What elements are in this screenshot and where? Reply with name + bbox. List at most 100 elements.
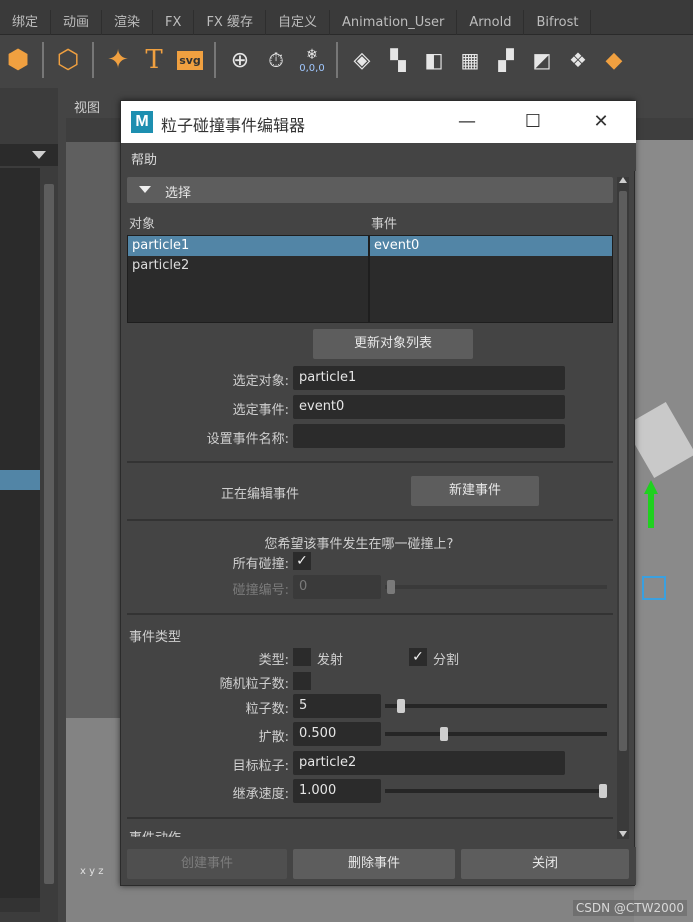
snowflake-icon: ❄: [306, 46, 318, 63]
spread-slider[interactable]: [385, 732, 607, 736]
collision-number-slider[interactable]: [385, 585, 607, 589]
shelf-tab-custom[interactable]: 自定义: [266, 10, 330, 35]
list-item-event[interactable]: event0: [370, 236, 612, 256]
snowflake-coord-icon[interactable]: ❄ 0,0,0: [294, 40, 330, 80]
maya-app-icon: M: [131, 111, 153, 133]
spread-label: 扩散:: [258, 730, 289, 745]
events-list[interactable]: event0: [369, 235, 613, 323]
shelf-tab-rigging[interactable]: 绑定: [0, 10, 52, 35]
outliner-hscrollbar[interactable]: [0, 898, 40, 912]
axis-indicator: x y z: [80, 866, 104, 877]
grid-blocks-icon[interactable]: ▚: [380, 40, 416, 80]
dialog-scroll-thumb[interactable]: [619, 191, 627, 751]
outliner-panel: [0, 88, 58, 922]
list-item-object[interactable]: particle1: [128, 236, 368, 256]
dialog-scrollbar[interactable]: [617, 177, 629, 839]
stack-icon[interactable]: ❖: [560, 40, 596, 80]
selected-object-label: 选定对象:: [232, 374, 289, 389]
tiles-icon[interactable]: ▦: [452, 40, 488, 80]
selected-event-field[interactable]: event0: [293, 395, 565, 419]
inherit-velocity-slider-thumb[interactable]: [599, 784, 607, 798]
text-icon[interactable]: T: [136, 40, 172, 80]
particle-count-field[interactable]: 5: [293, 694, 381, 718]
collision-number-field[interactable]: 0: [293, 575, 381, 599]
create-event-button[interactable]: 创建事件: [127, 849, 287, 879]
outliner-selected-row[interactable]: [0, 470, 40, 490]
dialog-content: 选择 对象 事件 particle1 particle2 event0 更新对象…: [127, 177, 615, 837]
scroll-up-icon[interactable]: [619, 177, 627, 183]
mosaic-icon[interactable]: ▞: [488, 40, 524, 80]
update-object-list-button[interactable]: 更新对象列表: [313, 329, 473, 359]
set-event-name-field[interactable]: [293, 424, 565, 448]
watermark: CSDN @CTW2000: [572, 900, 687, 916]
shelf-tab-fx[interactable]: FX: [153, 10, 195, 35]
spread-slider-thumb[interactable]: [440, 727, 448, 741]
shelf-tab-fx-cache[interactable]: FX 缓存: [194, 10, 266, 35]
shelf-tab-bifrost[interactable]: Bifrost: [524, 10, 592, 35]
outliner-header[interactable]: [0, 144, 58, 166]
timer-clear-icon[interactable]: ⏱: [258, 40, 294, 80]
dialog-footer: 创建事件 删除事件 关闭: [121, 847, 636, 885]
list-item-object[interactable]: particle2: [128, 256, 368, 276]
objects-list[interactable]: particle1 particle2: [127, 235, 369, 323]
collision-number-slider-thumb[interactable]: [387, 580, 395, 594]
all-collisions-checkbox[interactable]: ✓: [293, 552, 311, 570]
window-close-button[interactable]: ✕: [581, 109, 621, 135]
target-particle-label: 目标粒子:: [232, 759, 289, 774]
shelf-separator: [92, 42, 94, 78]
top-strip: [0, 0, 693, 10]
coord-label: 0,0,0: [299, 62, 325, 74]
menu-help[interactable]: 帮助: [131, 149, 157, 168]
shelf-tab-rendering[interactable]: 渲染: [102, 10, 154, 35]
particle-count-slider-thumb[interactable]: [397, 699, 405, 713]
viewport-menu-view[interactable]: 视图: [74, 97, 100, 116]
divider: [127, 817, 613, 819]
soccer-ball-icon[interactable]: ⬢: [0, 40, 36, 80]
inherit-velocity-slider[interactable]: [385, 789, 607, 793]
events-header: 事件: [371, 217, 398, 232]
svg-icon[interactable]: svg: [172, 40, 208, 80]
section-select-header[interactable]: 选择: [127, 177, 613, 203]
dropdown-arrow-icon[interactable]: [32, 151, 46, 159]
new-event-button[interactable]: 新建事件: [411, 476, 539, 506]
divider: [127, 461, 613, 463]
titlebar[interactable]: M 粒子碰撞事件编辑器 — ☐ ✕: [121, 101, 636, 143]
cube-tiles-icon[interactable]: ◩: [524, 40, 560, 80]
move-gizmo-box[interactable]: [642, 576, 666, 600]
svg-icon-label: svg: [177, 50, 203, 70]
spread-field[interactable]: 0.500: [293, 722, 381, 746]
random-particles-checkbox[interactable]: [293, 672, 311, 690]
split-checkbox[interactable]: ✓: [409, 648, 427, 666]
selected-object-field[interactable]: particle1: [293, 366, 565, 390]
inherit-velocity-field[interactable]: 1.000: [293, 779, 381, 803]
target-particle-field[interactable]: particle2: [293, 751, 565, 775]
polyhedron-icon[interactable]: ⬡: [50, 40, 86, 80]
random-particles-label: 随机粒子数:: [219, 677, 289, 692]
shelf-icons: ⬢ ⬡ ✦ T svg ⊕ ⏱ ❄ 0,0,0 ◈ ▚ ◧ ▦ ▞ ◩ ❖ ◆: [0, 35, 693, 85]
shelf-tab-animation-user[interactable]: Animation_User: [330, 10, 458, 35]
menubar: 帮助: [121, 143, 636, 171]
objects-header: 对象: [129, 217, 156, 232]
outliner-list[interactable]: [0, 168, 40, 898]
shelf-tab-animation[interactable]: 动画: [51, 10, 103, 35]
locator-icon[interactable]: ⊕: [222, 40, 258, 80]
layers-icon[interactable]: ◈: [344, 40, 380, 80]
shelf-tab-arnold[interactable]: Arnold: [457, 10, 525, 35]
star-icon[interactable]: ✦: [100, 40, 136, 80]
move-gizmo-arrow-icon[interactable]: [644, 480, 658, 494]
particle-count-slider[interactable]: [385, 704, 607, 708]
box-icon[interactable]: ◆: [596, 40, 632, 80]
scroll-down-icon[interactable]: [619, 831, 627, 837]
outliner-scroll-thumb[interactable]: [44, 184, 54, 884]
divider: [127, 519, 613, 521]
maximize-button[interactable]: ☐: [513, 109, 553, 135]
emit-checkbox[interactable]: [293, 648, 311, 666]
close-button[interactable]: 关闭: [461, 849, 629, 879]
shelf-separator: [42, 42, 44, 78]
minimize-button[interactable]: —: [447, 109, 487, 135]
split-label: 分割: [433, 653, 460, 668]
split-cube-icon[interactable]: ◧: [416, 40, 452, 80]
editing-event-label: 正在编辑事件: [220, 487, 299, 502]
shelf-tabs: 绑定 动画 渲染 FX FX 缓存 自定义 Animation_User Arn…: [0, 10, 693, 35]
delete-event-button[interactable]: 删除事件: [293, 849, 455, 879]
